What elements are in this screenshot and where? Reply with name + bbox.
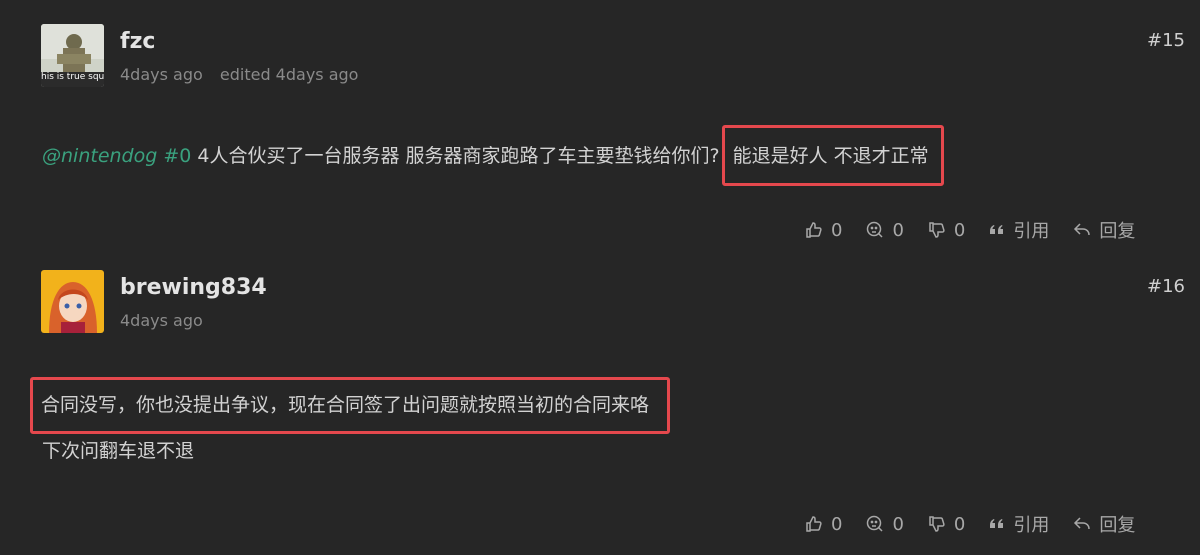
like-count: 0	[831, 513, 843, 535]
reply-icon	[1074, 517, 1091, 530]
quote-icon	[990, 519, 1004, 528]
floor-number[interactable]: #16	[1147, 276, 1185, 297]
post-16: brewing834 4days ago #16 合同没写，你也没提出争议，现在…	[0, 0, 1200, 555]
think-count: 0	[892, 513, 904, 535]
quote-label: 引用	[1013, 515, 1050, 536]
username[interactable]: brewing834	[120, 275, 267, 300]
post-actions: 0 0 0 引用 回复	[805, 511, 1135, 537]
thinking-face-icon	[867, 515, 883, 532]
dislike-button[interactable]: 0	[928, 514, 965, 535]
post-text-line2: 下次问翻车退不退	[42, 440, 195, 462]
thumb-up-icon	[806, 516, 822, 532]
highlight-box: 合同没写，你也没提出争议，现在合同签了出问题就按照当初的合同来咯	[30, 377, 671, 434]
reply-label: 回复	[1099, 515, 1136, 536]
avatar[interactable]	[41, 270, 104, 333]
think-button[interactable]: 0	[866, 513, 904, 535]
quote-button[interactable]: 引用	[989, 511, 1049, 537]
post-content: 合同没写，你也没提出争议，现在合同签了出问题就按照当初的合同来咯	[30, 377, 671, 434]
reply-button[interactable]: 回复	[1073, 511, 1135, 537]
dislike-count: 0	[953, 513, 966, 535]
post-time: 4days ago	[120, 311, 203, 330]
thumb-down-icon	[929, 516, 945, 532]
post-meta: 4days ago	[120, 311, 203, 330]
highlighted-text: 合同没写，你也没提出争议，现在合同签了出问题就按照当初的合同来咯	[41, 394, 650, 416]
like-button[interactable]: 0	[805, 514, 842, 535]
